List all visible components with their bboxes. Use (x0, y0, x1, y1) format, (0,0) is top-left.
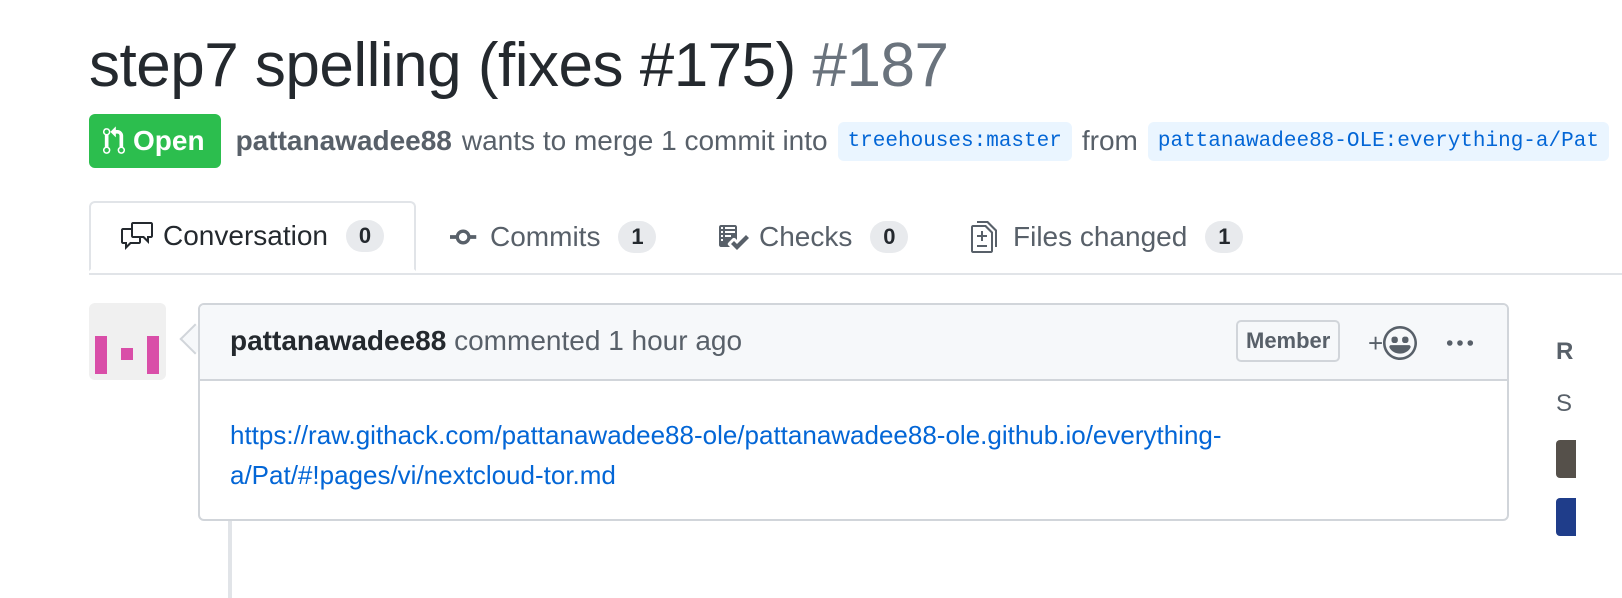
sidebar-subtext: S (1556, 390, 1573, 417)
pr-number: #187 (812, 31, 949, 100)
sidebar-heading: R (1556, 338, 1574, 365)
pr-tabnav: Conversation 0 Commits 1 Checks 0 Files … (89, 201, 1622, 275)
git-commit-icon (450, 229, 477, 245)
merge-description: wants to merge 1 commit into (461, 125, 828, 156)
state-label: Open (133, 125, 205, 156)
pr-author-link[interactable]: pattanawadee88 (236, 125, 452, 157)
timeline-line (228, 520, 232, 598)
tab-counter: 1 (618, 221, 657, 253)
git-pull-request-icon (103, 126, 125, 154)
base-branch[interactable]: treehouses:master (837, 121, 1072, 161)
comment-discussion-icon (121, 222, 153, 250)
identicon-avatar (95, 336, 159, 374)
comment-action: commented (454, 325, 601, 356)
state-badge: Open (89, 114, 221, 168)
from-text: from (1081, 125, 1138, 156)
comment-body: https://raw.githack.com/pattanawadee88-o… (230, 415, 1380, 495)
plus-text: + (1368, 327, 1384, 358)
comment-link[interactable]: https://raw.githack.com/pattanawadee88-o… (230, 420, 1222, 490)
tab-commits[interactable]: Commits 1 (450, 201, 657, 273)
tab-counter: 1 (1205, 221, 1244, 253)
smiley-icon (1383, 326, 1418, 360)
tab-checks[interactable]: Checks 0 (717, 201, 909, 273)
avatar[interactable] (89, 303, 166, 380)
more-actions-button[interactable] (1440, 323, 1480, 363)
comment-box: pattanawadee88 commented 1 hour ago Memb… (198, 303, 1509, 521)
pull-request-page: step7 spelling (fixes #175) #187 Open pa… (0, 0, 1622, 598)
pr-title-text: step7 spelling (fixes #175) (89, 31, 796, 100)
tab-counter: 0 (870, 221, 909, 253)
tab-label: Checks (759, 221, 853, 252)
tab-counter: 0 (345, 220, 384, 252)
tab-label: Conversation (163, 220, 328, 251)
kebab-horizontal-icon (1446, 340, 1474, 346)
comment-meta: pattanawadee88 commented 1 hour ago (230, 325, 742, 357)
tab-label: Files changed (1013, 221, 1188, 252)
comment-timestamp[interactable]: 1 hour ago (608, 325, 742, 356)
diff-icon (971, 221, 997, 253)
tab-conversation[interactable]: Conversation 0 (89, 201, 416, 271)
checklist-icon (719, 225, 749, 250)
tab-files-changed[interactable]: Files changed 1 (971, 201, 1244, 273)
head-branch[interactable]: pattanawadee88-OLE:everything-a/Pat (1147, 121, 1609, 161)
page-title: step7 spelling (fixes #175) #187 (89, 28, 949, 104)
member-badge: Member (1236, 320, 1341, 362)
reviewer-avatar[interactable] (1556, 440, 1576, 478)
reviewer-avatar[interactable] (1556, 498, 1576, 536)
comment-header: pattanawadee88 commented 1 hour ago Memb… (200, 305, 1507, 381)
comment-author[interactable]: pattanawadee88 (230, 325, 446, 356)
pr-meta-row: Open pattanawadee88 wants to merge 1 com… (89, 114, 1619, 168)
add-reaction-button[interactable]: + (1368, 325, 1418, 361)
tab-label: Commits (490, 221, 601, 252)
